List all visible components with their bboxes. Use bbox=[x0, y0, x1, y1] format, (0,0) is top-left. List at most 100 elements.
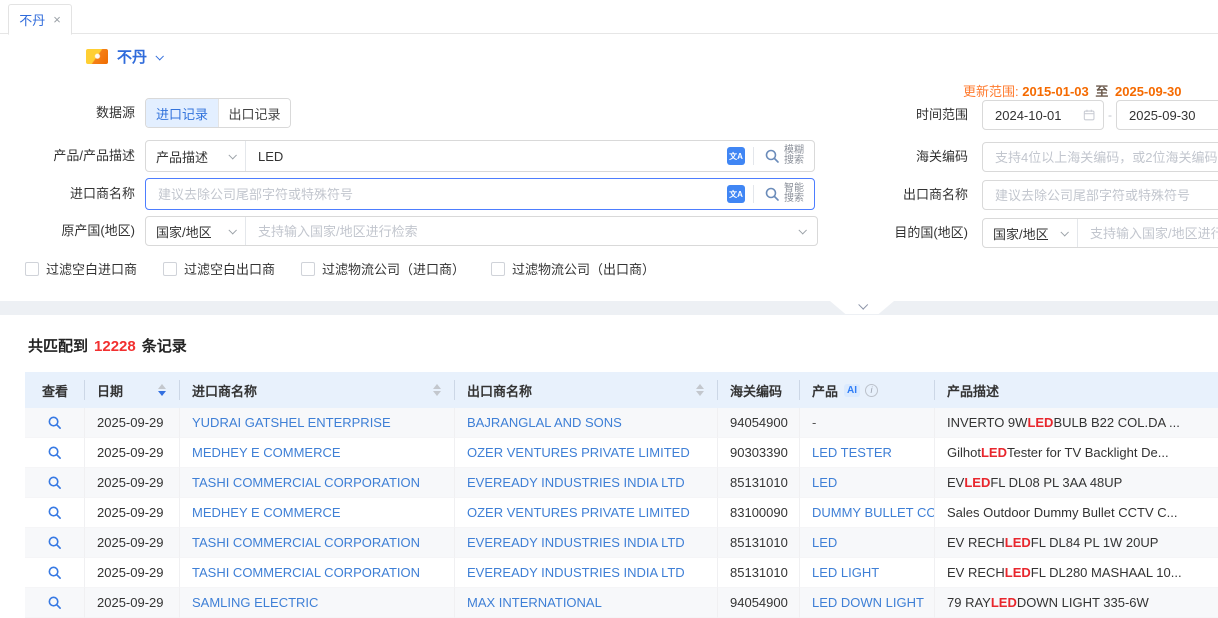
product-link[interactable]: LED DOWN LIGHT bbox=[812, 595, 924, 610]
bhutan-flag-icon bbox=[86, 49, 108, 64]
translate-icon[interactable]: 文A bbox=[727, 185, 745, 203]
filter-logistics-importer[interactable]: 过滤物流公司（进口商） bbox=[301, 259, 465, 278]
date-end-input[interactable] bbox=[1129, 108, 1218, 123]
importer-link[interactable]: MEDHEY E COMMERCE bbox=[192, 505, 341, 520]
table-row: 2025-09-29 MEDHEY E COMMERCE OZER VENTUR… bbox=[25, 498, 1218, 528]
exporter-link[interactable]: OZER VENTURES PRIVATE LIMITED bbox=[467, 445, 690, 460]
hs-code-input[interactable] bbox=[995, 150, 1218, 165]
checkbox-icon[interactable] bbox=[163, 262, 177, 276]
exporter-link[interactable]: MAX INTERNATIONAL bbox=[467, 595, 602, 610]
smart-search-button[interactable]: 智能 搜索 bbox=[762, 184, 814, 204]
info-icon[interactable]: i bbox=[865, 384, 878, 397]
fuzzy-search-button[interactable]: 模糊 搜索 bbox=[762, 146, 814, 166]
view-cell[interactable] bbox=[25, 438, 85, 468]
chevron-down-icon bbox=[798, 226, 806, 234]
hs-code-cell: 85131010 bbox=[718, 468, 800, 498]
keyword-highlight: LED bbox=[1027, 415, 1053, 430]
sort-asc-icon bbox=[696, 384, 704, 389]
filter-blank-exporter[interactable]: 过滤空白出口商 bbox=[163, 259, 275, 278]
product-link[interactable]: LED bbox=[812, 535, 837, 550]
exporter-link[interactable]: EVEREADY INDUSTRIES INDIA LTD bbox=[467, 535, 685, 550]
product-link[interactable]: LED TESTER bbox=[812, 445, 892, 460]
table-row: 2025-09-29 MEDHEY E COMMERCE OZER VENTUR… bbox=[25, 438, 1218, 468]
sort-importer-control[interactable] bbox=[433, 384, 441, 396]
destination-input[interactable] bbox=[1078, 226, 1218, 241]
importer-link[interactable]: TASHI COMMERCIAL CORPORATION bbox=[192, 535, 420, 550]
table-header: 查看 日期 进口商名称 出口商名称 海关编码 产品 AI i 产品描述 bbox=[25, 372, 1218, 408]
view-cell[interactable] bbox=[25, 468, 85, 498]
importer-link[interactable]: TASHI COMMERCIAL CORPORATION bbox=[192, 565, 420, 580]
table-row: 2025-09-29 TASHI COMMERCIAL CORPORATION … bbox=[25, 558, 1218, 588]
origin-select-value: 国家/地区 bbox=[156, 222, 212, 241]
importer-label: 进口商名称 bbox=[0, 178, 135, 210]
sort-desc-icon bbox=[696, 391, 704, 396]
view-record-icon bbox=[47, 445, 62, 460]
importer-input[interactable] bbox=[146, 187, 727, 202]
tab-bhutan[interactable]: 不丹 × bbox=[8, 4, 72, 35]
date-end-field[interactable] bbox=[1116, 100, 1218, 130]
filter-checkbox-row: 过滤空白进口商 过滤空白出口商 过滤物流公司（进口商） 过滤物流公司（出口商） bbox=[25, 259, 655, 278]
product-link[interactable]: LED LIGHT bbox=[812, 565, 879, 580]
date-start-field[interactable] bbox=[982, 100, 1104, 130]
view-cell[interactable] bbox=[25, 558, 85, 588]
date-start-input[interactable] bbox=[995, 108, 1083, 123]
description-cell: EV RECH LED FL DL84 PL 1W 20UP bbox=[935, 528, 1218, 558]
update-range-label: 更新范围: bbox=[963, 84, 1019, 99]
ai-badge: AI bbox=[844, 384, 860, 397]
destination-select-value: 国家/地区 bbox=[993, 224, 1049, 243]
exporter-link[interactable]: EVEREADY INDUSTRIES INDIA LTD bbox=[467, 475, 685, 490]
search-icon bbox=[764, 186, 780, 202]
origin-country-input[interactable] bbox=[246, 224, 799, 239]
hs-code-cell: 94054900 bbox=[718, 588, 800, 618]
importer-link[interactable]: YUDRAI GATSHEL ENTERPRISE bbox=[192, 415, 391, 430]
exporter-link[interactable]: EVEREADY INDUSTRIES INDIA LTD bbox=[467, 565, 685, 580]
description-cell: EV RECH LED FL DL280 MASHAAL 10... bbox=[935, 558, 1218, 588]
checkbox-icon[interactable] bbox=[491, 262, 505, 276]
country-header[interactable]: 不丹 bbox=[86, 46, 162, 67]
smart-search-label-line2: 搜索 bbox=[784, 194, 804, 204]
filter-blank-importer[interactable]: 过滤空白进口商 bbox=[25, 259, 137, 278]
tab-label: 不丹 bbox=[19, 10, 45, 29]
product-link[interactable]: DUMMY BULLET CCTV... bbox=[812, 505, 934, 520]
destination-group: 国家/地区 bbox=[982, 218, 1218, 248]
checkbox-icon[interactable] bbox=[25, 262, 39, 276]
checkbox-icon[interactable] bbox=[301, 262, 315, 276]
import-records-tab[interactable]: 进口记录 bbox=[146, 99, 218, 127]
chevron-down-icon bbox=[228, 226, 236, 234]
exporter-field[interactable] bbox=[982, 180, 1218, 210]
sort-exporter-control[interactable] bbox=[696, 384, 704, 396]
keyword-highlight: LED bbox=[1005, 565, 1031, 580]
origin-country-select[interactable]: 国家/地区 bbox=[146, 217, 246, 245]
view-cell[interactable] bbox=[25, 408, 85, 438]
view-record-icon bbox=[47, 475, 62, 490]
product-type-select[interactable]: 产品描述 bbox=[146, 141, 246, 171]
date-cell: 2025-09-29 bbox=[85, 528, 180, 558]
exporter-link[interactable]: BAJRANGLAL AND SONS bbox=[467, 415, 622, 430]
view-record-icon bbox=[47, 535, 62, 550]
product-input[interactable] bbox=[246, 149, 727, 164]
view-cell[interactable] bbox=[25, 498, 85, 528]
col-exporter[interactable]: 出口商名称 bbox=[455, 372, 718, 408]
importer-link[interactable]: SAMLING ELECTRIC bbox=[192, 595, 318, 610]
importer-link[interactable]: TASHI COMMERCIAL CORPORATION bbox=[192, 475, 420, 490]
view-cell[interactable] bbox=[25, 528, 85, 558]
exporter-input[interactable] bbox=[995, 188, 1218, 203]
chevron-down-icon bbox=[228, 151, 236, 159]
tab-close-icon[interactable]: × bbox=[53, 13, 61, 26]
date-range-dash: - bbox=[1105, 100, 1115, 130]
filter-logistics-exporter[interactable]: 过滤物流公司（出口商） bbox=[491, 259, 655, 278]
hs-code-field[interactable] bbox=[982, 142, 1218, 172]
product-link[interactable]: LED bbox=[812, 475, 837, 490]
view-cell[interactable] bbox=[25, 588, 85, 618]
destination-select[interactable]: 国家/地区 bbox=[983, 219, 1078, 247]
date-cell: 2025-09-29 bbox=[85, 498, 180, 528]
col-importer[interactable]: 进口商名称 bbox=[180, 372, 455, 408]
translate-icon[interactable]: 文A bbox=[727, 147, 745, 165]
exporter-link[interactable]: OZER VENTURES PRIVATE LIMITED bbox=[467, 505, 690, 520]
export-records-tab[interactable]: 出口记录 bbox=[218, 99, 290, 127]
importer-link[interactable]: MEDHEY E COMMERCE bbox=[192, 445, 341, 460]
calendar-icon bbox=[1083, 108, 1095, 122]
records-table: 查看 日期 进口商名称 出口商名称 海关编码 产品 AI i 产品描述 2025… bbox=[25, 372, 1218, 618]
col-date[interactable]: 日期 bbox=[85, 372, 180, 408]
sort-date-control[interactable] bbox=[158, 384, 166, 396]
